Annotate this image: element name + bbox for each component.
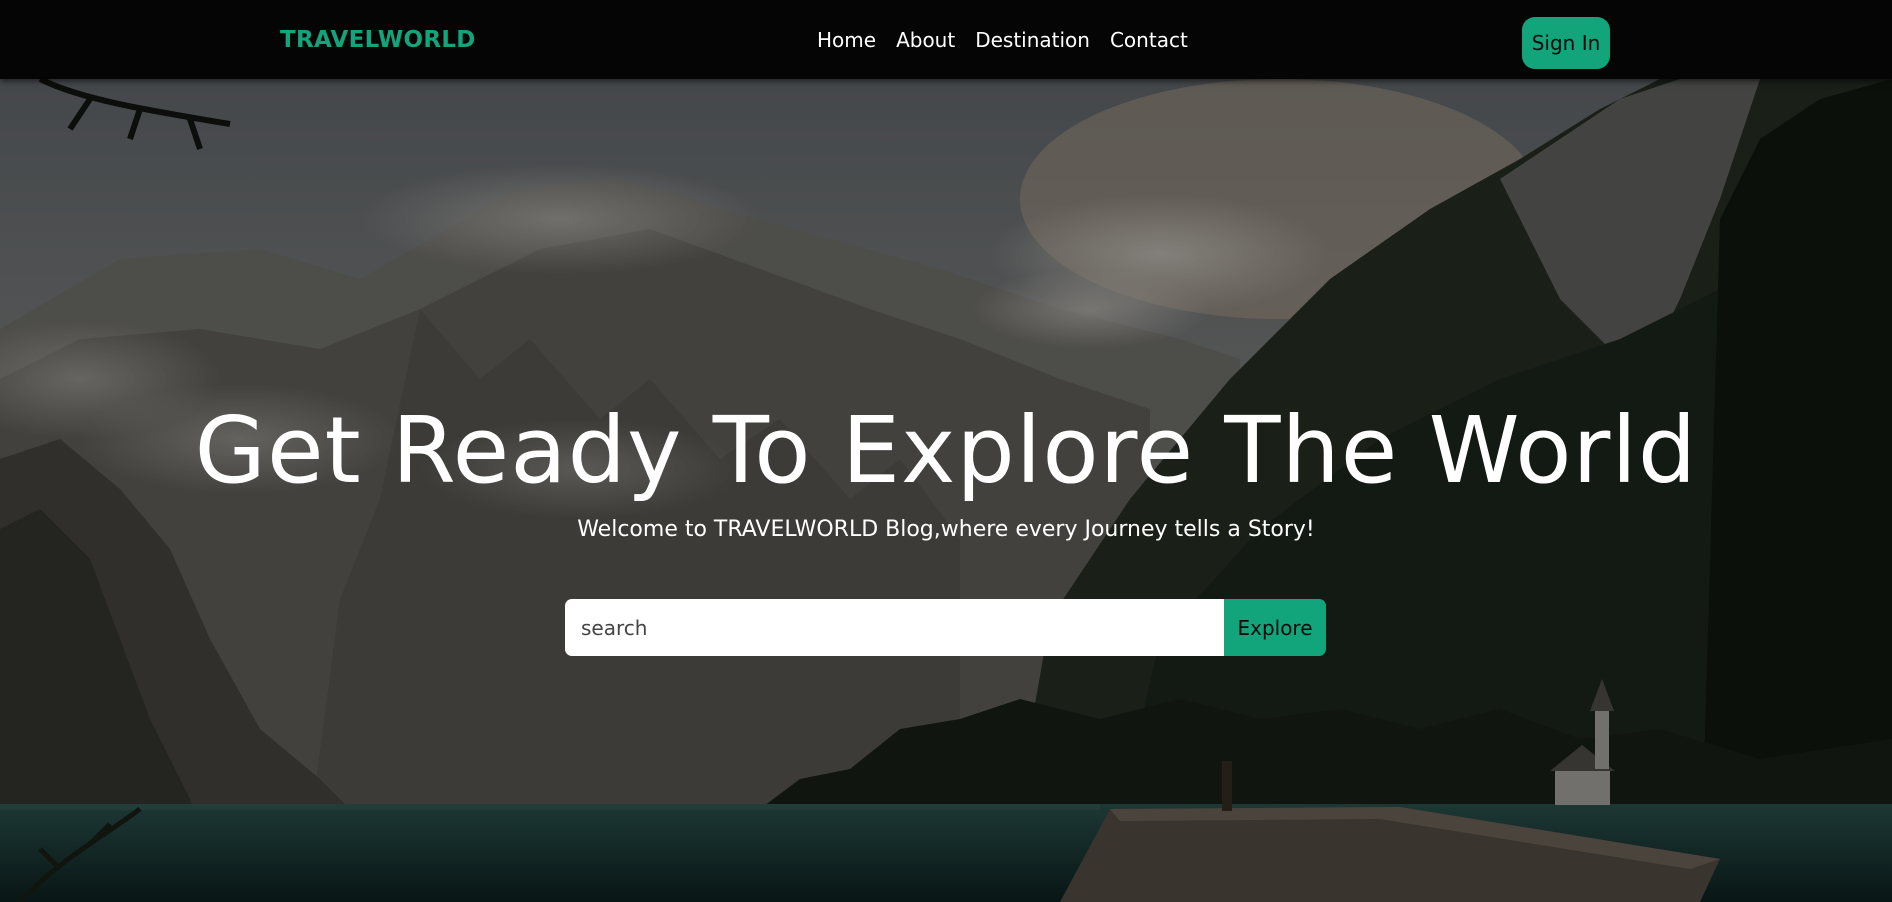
search-bar: Explore <box>565 599 1326 656</box>
hero-section: Get Ready To Explore The World Welcome t… <box>0 79 1892 902</box>
explore-button[interactable]: Explore <box>1224 599 1326 656</box>
nav-link-destination[interactable]: Destination <box>975 28 1090 52</box>
nav-link-about[interactable]: About <box>896 28 955 52</box>
hero-subtitle: Welcome to TRAVELWORLD Blog,where every … <box>577 517 1315 542</box>
page: TRAVELWORLD Home About Destination Conta… <box>0 0 1892 902</box>
navbar: TRAVELWORLD Home About Destination Conta… <box>0 0 1892 79</box>
nav-link-home[interactable]: Home <box>817 28 876 52</box>
search-input[interactable] <box>565 599 1224 656</box>
nav-links: Home About Destination Contact <box>817 28 1188 52</box>
brand-logo[interactable]: TRAVELWORLD <box>280 27 476 53</box>
hero-title: Get Ready To Explore The World <box>194 397 1698 504</box>
sign-in-button[interactable]: Sign In <box>1522 17 1610 69</box>
nav-link-contact[interactable]: Contact <box>1110 28 1188 52</box>
